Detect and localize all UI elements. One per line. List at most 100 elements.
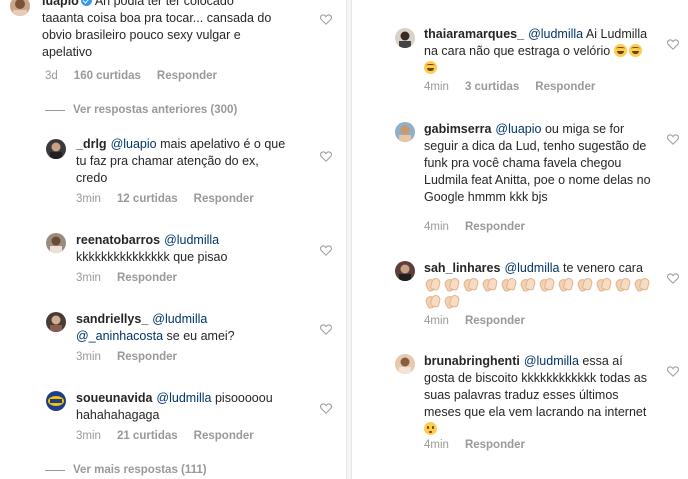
comment-time: 4min bbox=[424, 439, 449, 451]
comment-meta: 4min Responder bbox=[424, 439, 541, 451]
clap-emoji-icon bbox=[443, 295, 459, 307]
heart-outline-icon[interactable] bbox=[667, 39, 679, 50]
comment-time: 3min bbox=[76, 193, 101, 205]
clap-emoji-icon bbox=[614, 278, 630, 290]
mention-link[interactable]: @luapio bbox=[111, 137, 157, 151]
comment-meta: 3min Responder bbox=[76, 272, 193, 284]
comment-time: 3min bbox=[76, 351, 101, 363]
mention-link[interactable]: @ludmilla bbox=[524, 354, 579, 368]
comment-text: gabimserra @luapio ou miga se for seguir … bbox=[424, 121, 652, 206]
reply-button[interactable]: Responder bbox=[535, 81, 595, 93]
mention-link[interactable]: @luapio bbox=[495, 122, 541, 136]
replies-line bbox=[45, 469, 65, 471]
username[interactable]: luapio bbox=[42, 0, 79, 8]
flushed-emoji-icon bbox=[424, 422, 437, 435]
reply-button[interactable]: Responder bbox=[465, 439, 525, 451]
username[interactable]: sandriellys_ bbox=[76, 312, 148, 326]
comment-time: 3min bbox=[76, 272, 101, 284]
clap-emoji-icon bbox=[538, 278, 554, 290]
view-previous-replies[interactable]: Ver respostas anteriores (300) bbox=[45, 104, 237, 116]
comment-meta: 3min 21 curtidas Responder bbox=[76, 430, 270, 442]
clap-emoji-icon bbox=[557, 278, 573, 290]
comment-time: 4min bbox=[424, 81, 449, 93]
comment-text: sah_linhares @ludmilla te venero cara bbox=[424, 260, 656, 311]
avatar[interactable] bbox=[46, 391, 66, 411]
comment-meta: 3min 12 curtidas Responder bbox=[76, 193, 270, 205]
clap-emoji-icon bbox=[595, 278, 611, 290]
clap-emoji-icon bbox=[576, 278, 592, 290]
username[interactable]: soueunavida bbox=[76, 391, 152, 405]
replies-line bbox=[45, 109, 65, 111]
avatar[interactable] bbox=[10, 0, 30, 16]
likes-count[interactable]: 160 curtidas bbox=[74, 70, 141, 82]
likes-count[interactable]: 12 curtidas bbox=[117, 193, 178, 205]
clap-emoji-icon bbox=[633, 278, 649, 290]
comment-text: luapio Ah podia ter ter colocado taaanta … bbox=[42, 0, 277, 61]
comment-meta: 4min Responder bbox=[424, 221, 541, 233]
laugh-emoji-icon bbox=[613, 44, 627, 57]
heart-outline-icon[interactable] bbox=[320, 403, 332, 414]
username[interactable]: gabimserra bbox=[424, 122, 491, 136]
avatar[interactable] bbox=[395, 28, 415, 48]
avatar[interactable] bbox=[46, 312, 66, 332]
mention-link[interactable]: @ludmilla bbox=[528, 27, 583, 41]
reply-button[interactable]: Responder bbox=[465, 315, 525, 327]
avatar[interactable] bbox=[395, 354, 415, 374]
avatar[interactable] bbox=[46, 233, 66, 253]
mention-link[interactable]: @ludmilla bbox=[164, 233, 219, 247]
username[interactable]: thaiaramarques_ bbox=[424, 27, 524, 41]
reply-button[interactable]: Responder bbox=[194, 430, 254, 442]
mention-link[interactable]: @ludmilla bbox=[504, 261, 559, 275]
clap-emoji-icon bbox=[424, 278, 440, 290]
mention-link[interactable]: @_aninhacosta bbox=[76, 329, 163, 343]
reply-button[interactable]: Responder bbox=[194, 193, 254, 205]
heart-outline-icon[interactable] bbox=[667, 366, 679, 377]
comment-body: Ah podia ter ter colocado taaanta coisa … bbox=[42, 0, 272, 59]
heart-outline-icon[interactable] bbox=[320, 324, 332, 335]
likes-count[interactable]: 3 curtidas bbox=[465, 81, 519, 93]
comment-time: 3d bbox=[45, 70, 58, 82]
right-comments-panel: thaiaramarques_ @ludmilla Ai Ludmilla na … bbox=[352, 0, 688, 479]
comment-meta: 3min Responder bbox=[76, 351, 193, 363]
avatar[interactable] bbox=[395, 122, 415, 142]
laugh-emoji-icon bbox=[424, 61, 437, 74]
view-more-replies[interactable]: Ver mais respostas (111) bbox=[45, 464, 207, 476]
username[interactable]: _drlg bbox=[76, 137, 107, 151]
heart-outline-icon[interactable] bbox=[320, 14, 332, 25]
comment-text: thaiaramarques_ @ludmilla Ai Ludmilla na … bbox=[424, 26, 654, 77]
left-comments-panel: luapio Ah podia ter ter colocado taaanta … bbox=[0, 0, 345, 479]
comment-meta: 3d 160 curtidas Responder bbox=[45, 70, 233, 82]
username[interactable]: sah_linhares bbox=[424, 261, 500, 275]
likes-count[interactable]: 21 curtidas bbox=[117, 430, 178, 442]
comment-meta: 4min 3 curtidas Responder bbox=[424, 81, 611, 93]
laugh-emoji-icon bbox=[628, 44, 642, 57]
comment-time: 4min bbox=[424, 221, 449, 233]
mention-link[interactable]: @ludmilla bbox=[152, 312, 207, 326]
comment-body: te venero cara bbox=[559, 261, 643, 275]
comment-text: sandriellys_ @ludmilla @_aninhacosta se eu… bbox=[76, 311, 291, 345]
comment-text: _drlg @luapio mais apelativo é o que tu f… bbox=[76, 136, 291, 187]
comment-text: brunabringhenti @ludmilla essa aí gosta d… bbox=[424, 353, 652, 438]
reply-button[interactable]: Responder bbox=[117, 272, 177, 284]
clap-emoji-icon bbox=[462, 278, 478, 290]
reply-button[interactable]: Responder bbox=[117, 351, 177, 363]
avatar[interactable] bbox=[395, 261, 415, 281]
heart-outline-icon[interactable] bbox=[667, 273, 679, 284]
comment-meta: 4min Responder bbox=[424, 315, 541, 327]
username[interactable]: brunabringhenti bbox=[424, 354, 520, 368]
clap-emoji-icon bbox=[481, 278, 497, 290]
mention-link[interactable]: @ludmilla bbox=[156, 391, 211, 405]
view-previous-label: Ver respostas anteriores (300) bbox=[73, 104, 238, 116]
heart-outline-icon[interactable] bbox=[320, 245, 332, 256]
heart-outline-icon[interactable] bbox=[667, 134, 679, 145]
username[interactable]: reenatobarros bbox=[76, 233, 160, 247]
comment-text: soueunavida @ludmilla pisooooou hahahahag… bbox=[76, 390, 296, 424]
reply-button[interactable]: Responder bbox=[157, 70, 217, 82]
avatar[interactable] bbox=[46, 139, 66, 159]
view-more-label: Ver mais respostas (111) bbox=[73, 464, 207, 476]
comment-time: 3min bbox=[76, 430, 101, 442]
reply-button[interactable]: Responder bbox=[465, 221, 525, 233]
comment-time: 4min bbox=[424, 315, 449, 327]
clap-emoji-icon bbox=[443, 278, 459, 290]
heart-outline-icon[interactable] bbox=[320, 151, 332, 162]
